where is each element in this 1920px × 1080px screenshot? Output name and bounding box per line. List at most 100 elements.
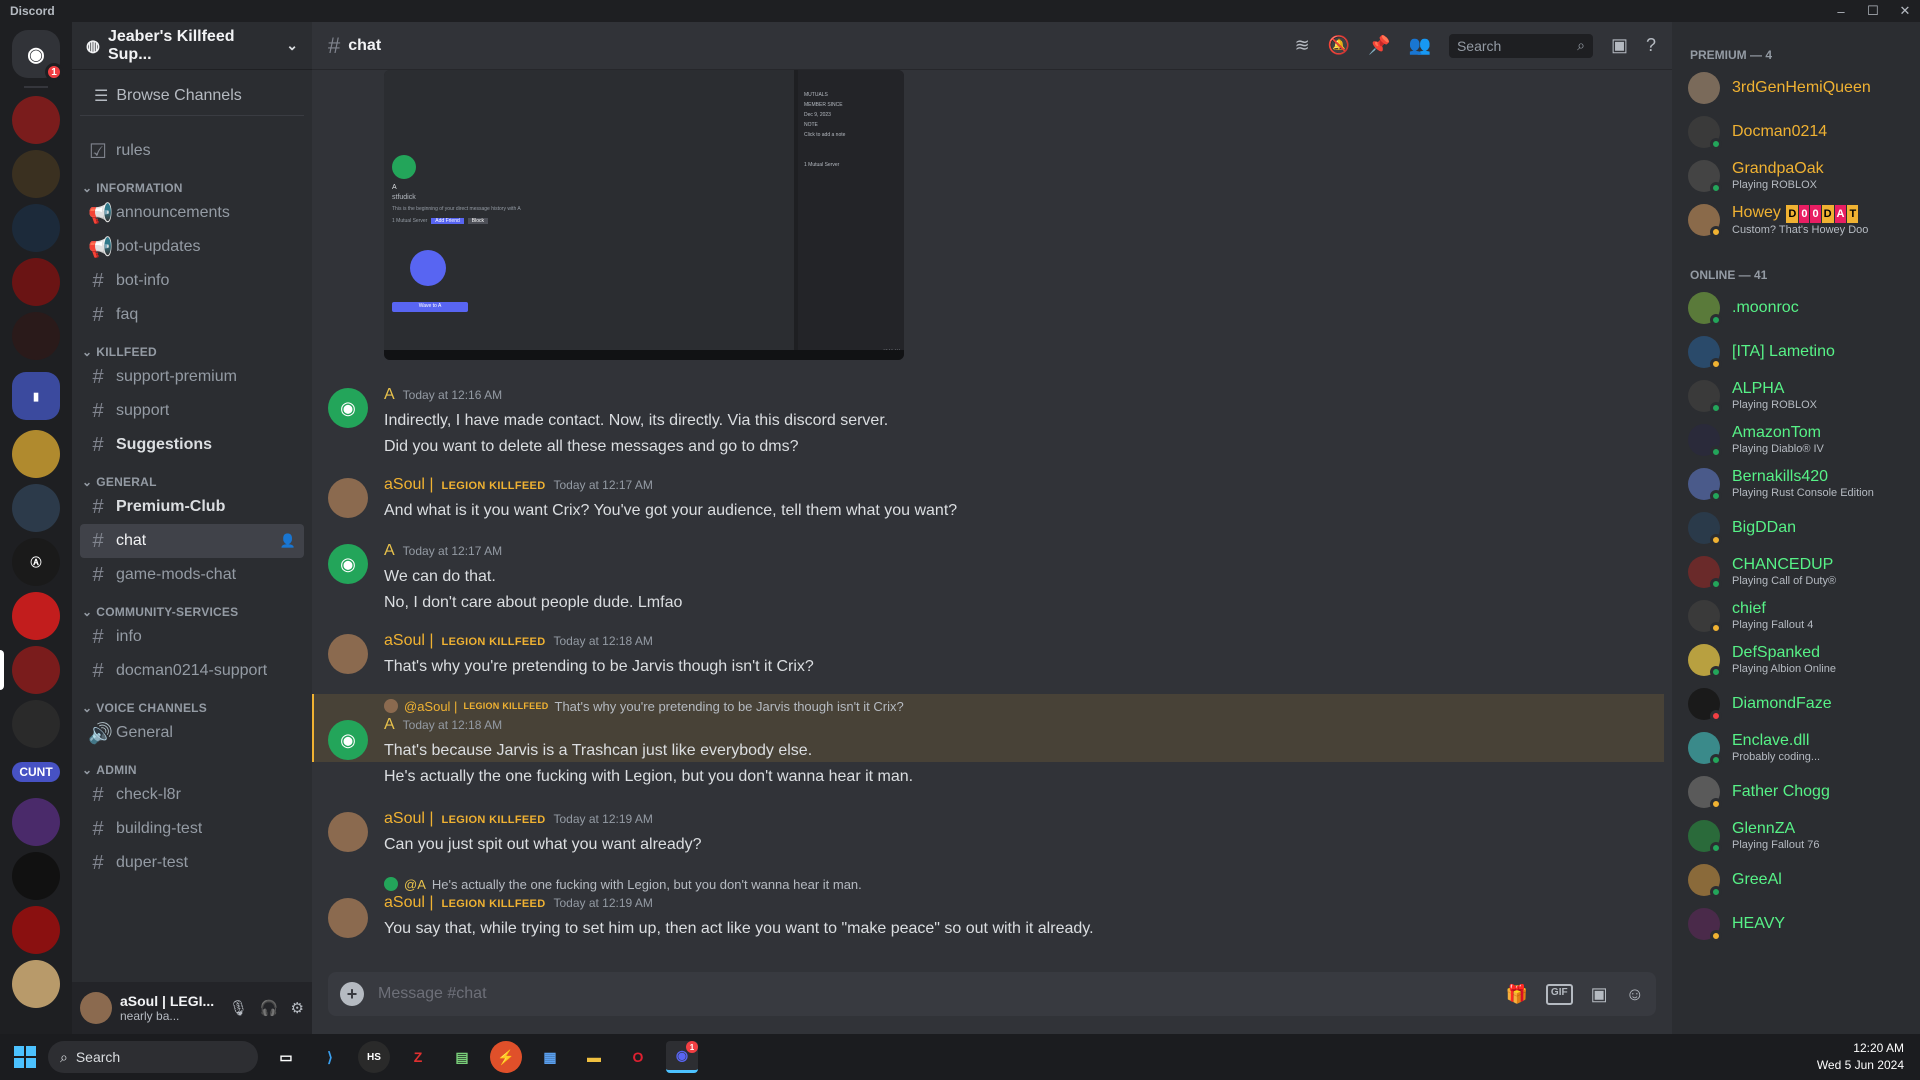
threads-icon[interactable]: ≋	[1295, 35, 1310, 56]
member-item[interactable]: [ITA] Lametino	[1680, 330, 1912, 374]
notepad-icon[interactable]: ▦	[534, 1041, 566, 1073]
avatar[interactable]: ◉	[328, 388, 368, 428]
folder-icon[interactable]: ▮	[12, 372, 60, 420]
guild-header[interactable]: ◍ Jeaber's Killfeed Sup... ⌄	[72, 22, 312, 70]
gift-icon[interactable]: 🎁	[1506, 984, 1528, 1005]
channel-building-test[interactable]: # building-test	[80, 812, 304, 846]
avatar[interactable]	[80, 992, 112, 1024]
discord-taskbar-icon[interactable]: ◉ 1	[666, 1041, 698, 1073]
channel-bot-updates[interactable]: 📢 bot-updates	[80, 230, 304, 264]
channel-support-premium[interactable]: # support-premium	[80, 360, 304, 394]
member-item[interactable]: DiamondFaze	[1680, 682, 1912, 726]
home-button[interactable]: ◉ 1	[12, 30, 63, 81]
add-member-icon[interactable]: 👤	[280, 533, 296, 549]
voice-channel-general[interactable]: 🔊 General	[80, 716, 304, 750]
member-item[interactable]: HEAVY	[1680, 902, 1912, 946]
server-icon[interactable]	[12, 798, 60, 846]
avatar[interactable]: ◉	[328, 544, 368, 584]
avatar[interactable]	[328, 812, 368, 852]
channel-chat[interactable]: # chat 👤	[80, 524, 304, 558]
category-admin[interactable]: ⌄ ADMIN	[80, 750, 304, 778]
server-icon[interactable]	[12, 852, 60, 900]
message-author[interactable]: A	[384, 716, 395, 734]
server-icon[interactable]	[12, 906, 60, 954]
member-item[interactable]: Father Chogg	[1680, 770, 1912, 814]
channel-check-l8r[interactable]: # check-l8r	[80, 778, 304, 812]
reply-preview[interactable]: @aSoul | LEGION KILLFEED That's why you'…	[384, 696, 1672, 716]
avatar[interactable]: ◉	[328, 720, 368, 760]
message-author[interactable]: A	[384, 542, 395, 560]
server-icon[interactable]	[12, 150, 60, 198]
reply-preview[interactable]: @A He's actually the one fucking with Le…	[384, 874, 1672, 894]
server-icon[interactable]	[12, 96, 60, 144]
channel-rules[interactable]: ☑ rules	[80, 134, 304, 168]
server-icon[interactable]	[12, 700, 60, 748]
server-icon[interactable]	[12, 484, 60, 532]
filezilla-icon[interactable]: Z	[402, 1041, 434, 1073]
message-author[interactable]: aSoul |	[384, 810, 434, 828]
help-icon[interactable]: ?	[1646, 35, 1656, 56]
maximize-icon[interactable]: ☐	[1864, 3, 1882, 19]
member-item[interactable]: Enclave.dll Probably coding...	[1680, 726, 1912, 770]
avatar[interactable]	[328, 898, 368, 938]
member-item[interactable]: chief Playing Fallout 4	[1680, 594, 1912, 638]
image-attachment[interactable]: A stfudick This is the beginning of your…	[384, 70, 904, 360]
inbox-icon[interactable]: ▣	[1611, 35, 1628, 56]
member-item[interactable]: AmazonTom Playing Diablo® IV	[1680, 418, 1912, 462]
file-explorer-icon[interactable]: ▬	[578, 1041, 610, 1073]
emoji-icon[interactable]: ☺	[1626, 984, 1644, 1005]
member-item[interactable]: DefSpanked Playing Albion Online	[1680, 638, 1912, 682]
search-input[interactable]: Search ⌕	[1448, 33, 1593, 58]
avatar[interactable]	[328, 634, 368, 674]
category-information[interactable]: ⌄ INFORMATION	[80, 168, 304, 196]
task-view-icon[interactable]: ▭	[270, 1041, 302, 1073]
member-item[interactable]: Bernakills420 Playing Rust Console Editio…	[1680, 462, 1912, 506]
server-icon[interactable]	[12, 592, 60, 640]
channel-suggestions[interactable]: # Suggestions	[80, 428, 304, 462]
member-item[interactable]: GrandpaOak Playing ROBLOX	[1680, 154, 1912, 198]
member-item[interactable]: 3rdGenHemiQueen	[1680, 66, 1912, 110]
message-author[interactable]: aSoul |	[384, 632, 434, 650]
system-clock[interactable]: 12:20 AM Wed 5 Jun 2024	[1817, 1040, 1904, 1074]
member-item[interactable]: .moonroc	[1680, 286, 1912, 330]
notepad-plus-icon[interactable]: ▤	[446, 1041, 478, 1073]
category-killfeed[interactable]: ⌄ KILLFEED	[80, 332, 304, 360]
message-input[interactable]	[378, 985, 1492, 1003]
channel-game-mods-chat[interactable]: # game-mods-chat	[80, 558, 304, 592]
server-label[interactable]: CUNT	[12, 762, 60, 782]
channel-announcements[interactable]: 📢 announcements	[80, 196, 304, 230]
channel-bot-info[interactable]: # bot-info	[80, 264, 304, 298]
member-item[interactable]: GreeAl	[1680, 858, 1912, 902]
member-item[interactable]: Docman0214	[1680, 110, 1912, 154]
headphones-icon[interactable]: 🎧	[260, 999, 279, 1017]
member-item[interactable]: ALPHA Playing ROBLOX	[1680, 374, 1912, 418]
gif-button[interactable]: GIF	[1545, 983, 1573, 1005]
gear-icon[interactable]: ⚙	[291, 999, 304, 1017]
taskbar-search[interactable]: ⌕ Search	[48, 1041, 258, 1073]
member-item[interactable]: Howey D00DAT Custom? That's Howey Doo	[1680, 198, 1912, 242]
category-general[interactable]: ⌄ GENERAL	[80, 462, 304, 490]
user-info[interactable]: aSoul | LEGI... nearly ba...	[120, 993, 214, 1023]
vscode-icon[interactable]: ⟩	[314, 1041, 346, 1073]
server-icon[interactable]	[12, 960, 60, 1008]
category-voice-channels[interactable]: ⌄ VOICE CHANNELS	[80, 688, 304, 716]
app-icon[interactable]: ⚡	[490, 1041, 522, 1073]
sticker-icon[interactable]: ▣	[1591, 984, 1608, 1005]
channel-faq[interactable]: # faq	[80, 298, 304, 332]
server-icon[interactable]	[12, 430, 60, 478]
channel-docman-support[interactable]: # docman0214-support	[80, 654, 304, 688]
opera-icon[interactable]: O	[622, 1041, 654, 1073]
minimize-icon[interactable]: –	[1832, 4, 1850, 19]
message-author[interactable]: aSoul |	[384, 894, 434, 912]
close-icon[interactable]: ✕	[1896, 3, 1914, 19]
member-item[interactable]: CHANCEDUP Playing Call of Duty®	[1680, 550, 1912, 594]
microphone-icon[interactable]: 🎙	[229, 999, 248, 1017]
upload-plus-icon[interactable]: +	[340, 982, 364, 1006]
channel-premium-club[interactable]: # Premium-Club	[80, 490, 304, 524]
server-icon[interactable]	[12, 646, 60, 694]
member-list-icon[interactable]: 👥	[1409, 35, 1431, 56]
channel-support[interactable]: # support	[80, 394, 304, 428]
server-icon[interactable]: Ⓐ	[12, 538, 60, 586]
windows-start-icon[interactable]	[14, 1046, 36, 1068]
message-author[interactable]: aSoul |	[384, 476, 434, 494]
